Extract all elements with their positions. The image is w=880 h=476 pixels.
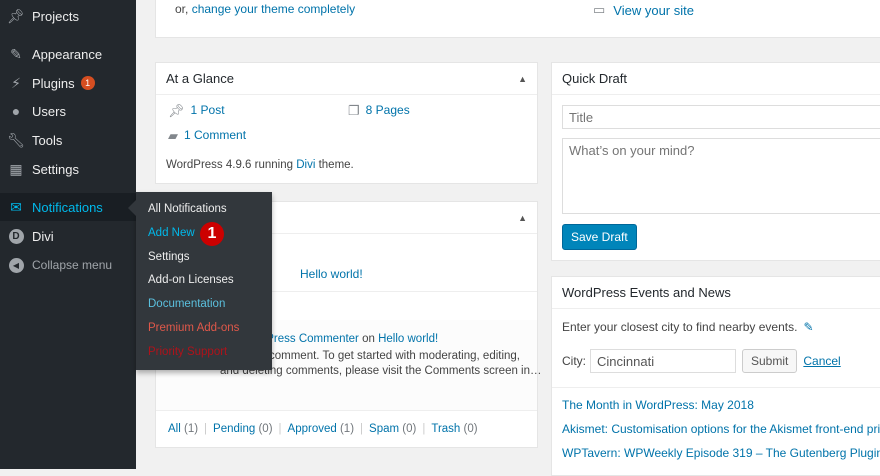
wrench-icon: 🔧︎ (7, 131, 25, 148)
at-a-glance-widget: At a Glance ▲ 📌︎ 1 Post ❐ 8 Pages ▰ 1 Commen… (155, 62, 538, 184)
filter-trash[interactable]: Trash (431, 423, 460, 435)
menu-tools[interactable]: 🔧︎ Tools (0, 126, 136, 154)
notifications-submenu: All Notifications Add New Settings Add-o… (128, 192, 272, 370)
theme-link[interactable]: Divi (296, 159, 315, 171)
submit-button[interactable]: Submit (742, 349, 798, 373)
menu-projects[interactable]: 📌︎ Projects (0, 2, 136, 30)
pages-icon: ❐ (348, 103, 360, 118)
collapse-icon: ◀ (8, 257, 24, 273)
city-label: City: (562, 354, 586, 368)
widget-title: At a Glance (166, 71, 234, 86)
quick-draft-widget: Quick Draft Save Draft (551, 62, 880, 261)
view-site-link[interactable]: View your site (613, 3, 694, 18)
submenu-add-new[interactable]: Add New (148, 227, 195, 239)
events-news-widget: WordPress Events and News Enter your clo… (551, 276, 880, 476)
pin-icon: 📌︎ (168, 103, 185, 118)
menu-users[interactable]: ● Users (0, 97, 136, 125)
menu-label: Tools (32, 132, 63, 148)
brush-icon: ✎ (10, 45, 22, 62)
pages-link[interactable]: 8 Pages (366, 103, 410, 119)
news-item[interactable]: The Month in WordPress: May 2018 (562, 398, 754, 412)
welcome-prefix: or, (175, 2, 189, 16)
cancel-link[interactable]: Cancel (803, 354, 840, 368)
filter-all[interactable]: All (168, 423, 181, 435)
filter-count: (1) (339, 423, 355, 435)
user-icon: ● (11, 103, 21, 119)
update-badge: 1 (80, 76, 95, 90)
filter-count: (0) (258, 423, 273, 435)
plugin-icon: ⚡︎ (11, 74, 21, 91)
submenu-addon-licenses[interactable]: Add-on Licenses (148, 274, 234, 286)
menu-label: Plugins (32, 75, 75, 91)
posts-link[interactable]: 1 Post (191, 103, 225, 119)
submenu-documentation[interactable]: Documentation (148, 298, 225, 310)
filter-spam[interactable]: Spam (369, 423, 399, 435)
news-item[interactable]: Akismet: Customisation options for the A… (562, 422, 880, 436)
filter-approved[interactable]: Approved (288, 423, 337, 435)
menu-label: Users (32, 103, 66, 119)
menu-label: Notifications (32, 199, 103, 215)
menu-label: Appearance (32, 46, 103, 62)
events-prompt: Enter your closest city to find nearby e… (562, 320, 798, 334)
menu-label: Settings (32, 161, 79, 177)
filter-count: (0) (463, 423, 478, 435)
admin-sidebar: 📌︎ Projects ✎ Appearance ⚡︎ Plugins 1 ● Users… (0, 0, 136, 469)
comment-post-link[interactable]: Hello world! (378, 333, 438, 345)
widget-title: Quick Draft (562, 71, 628, 86)
envelope-icon: ✉ (10, 198, 22, 215)
view-site-icon: ▭ (593, 2, 606, 17)
widget-title: WordPress Events and News (562, 285, 731, 300)
filter-count: (0) (402, 423, 417, 435)
comment-icon: ▰ (168, 128, 178, 143)
divi-icon: D (8, 228, 24, 244)
change-theme-link[interactable]: change your theme completely (192, 2, 355, 16)
menu-label: Collapse menu (32, 258, 113, 272)
comments-link[interactable]: 1 Comment (184, 128, 246, 144)
menu-plugins[interactable]: ⚡︎ Plugins 1 (0, 69, 136, 97)
submenu-priority-support[interactable]: Priority Support (148, 346, 227, 358)
edit-pencil-icon[interactable]: ✎ (803, 320, 813, 334)
collapse-toggle-icon[interactable]: ▲ (518, 74, 527, 84)
news-item[interactable]: WPTavern: WPWeekly Episode 319 – The Gut… (562, 446, 880, 460)
draft-content-textarea[interactable] (562, 138, 880, 214)
version-text: WordPress 4.9.6 running (166, 159, 293, 171)
collapse-menu[interactable]: ◀ Collapse menu (0, 251, 136, 279)
on-text: on (362, 333, 375, 345)
pin-icon: 📌︎ (7, 7, 25, 24)
menu-label: Divi (32, 228, 54, 244)
recent-post-link[interactable]: Hello world! (300, 267, 363, 281)
settings-icon: ▦ (9, 160, 23, 177)
menu-label: Projects (32, 8, 79, 24)
save-draft-button[interactable]: Save Draft (562, 224, 637, 250)
city-input[interactable] (590, 349, 736, 373)
submenu-settings[interactable]: Settings (148, 251, 190, 263)
menu-settings[interactable]: ▦ Settings (0, 155, 136, 183)
menu-divi[interactable]: D Divi (0, 222, 136, 250)
step-marker: 1 (200, 222, 224, 246)
menu-appearance[interactable]: ✎ Appearance (0, 40, 136, 68)
comment-filters: All (1) | Pending (0) | Approved (1) | Spam… (168, 423, 478, 435)
filter-pending[interactable]: Pending (213, 423, 255, 435)
collapse-toggle-icon[interactable]: ▲ (518, 213, 527, 223)
draft-title-input[interactable] (562, 105, 880, 129)
filter-count: (1) (183, 423, 199, 435)
version-suffix: theme. (318, 159, 354, 171)
welcome-panel: or, change your theme completely ▭ View y… (155, 0, 880, 38)
menu-notifications[interactable]: ✉ Notifications (0, 193, 136, 221)
submenu-premium-addons[interactable]: Premium Add-ons (148, 322, 239, 334)
submenu-all-notifications[interactable]: All Notifications (148, 203, 227, 215)
